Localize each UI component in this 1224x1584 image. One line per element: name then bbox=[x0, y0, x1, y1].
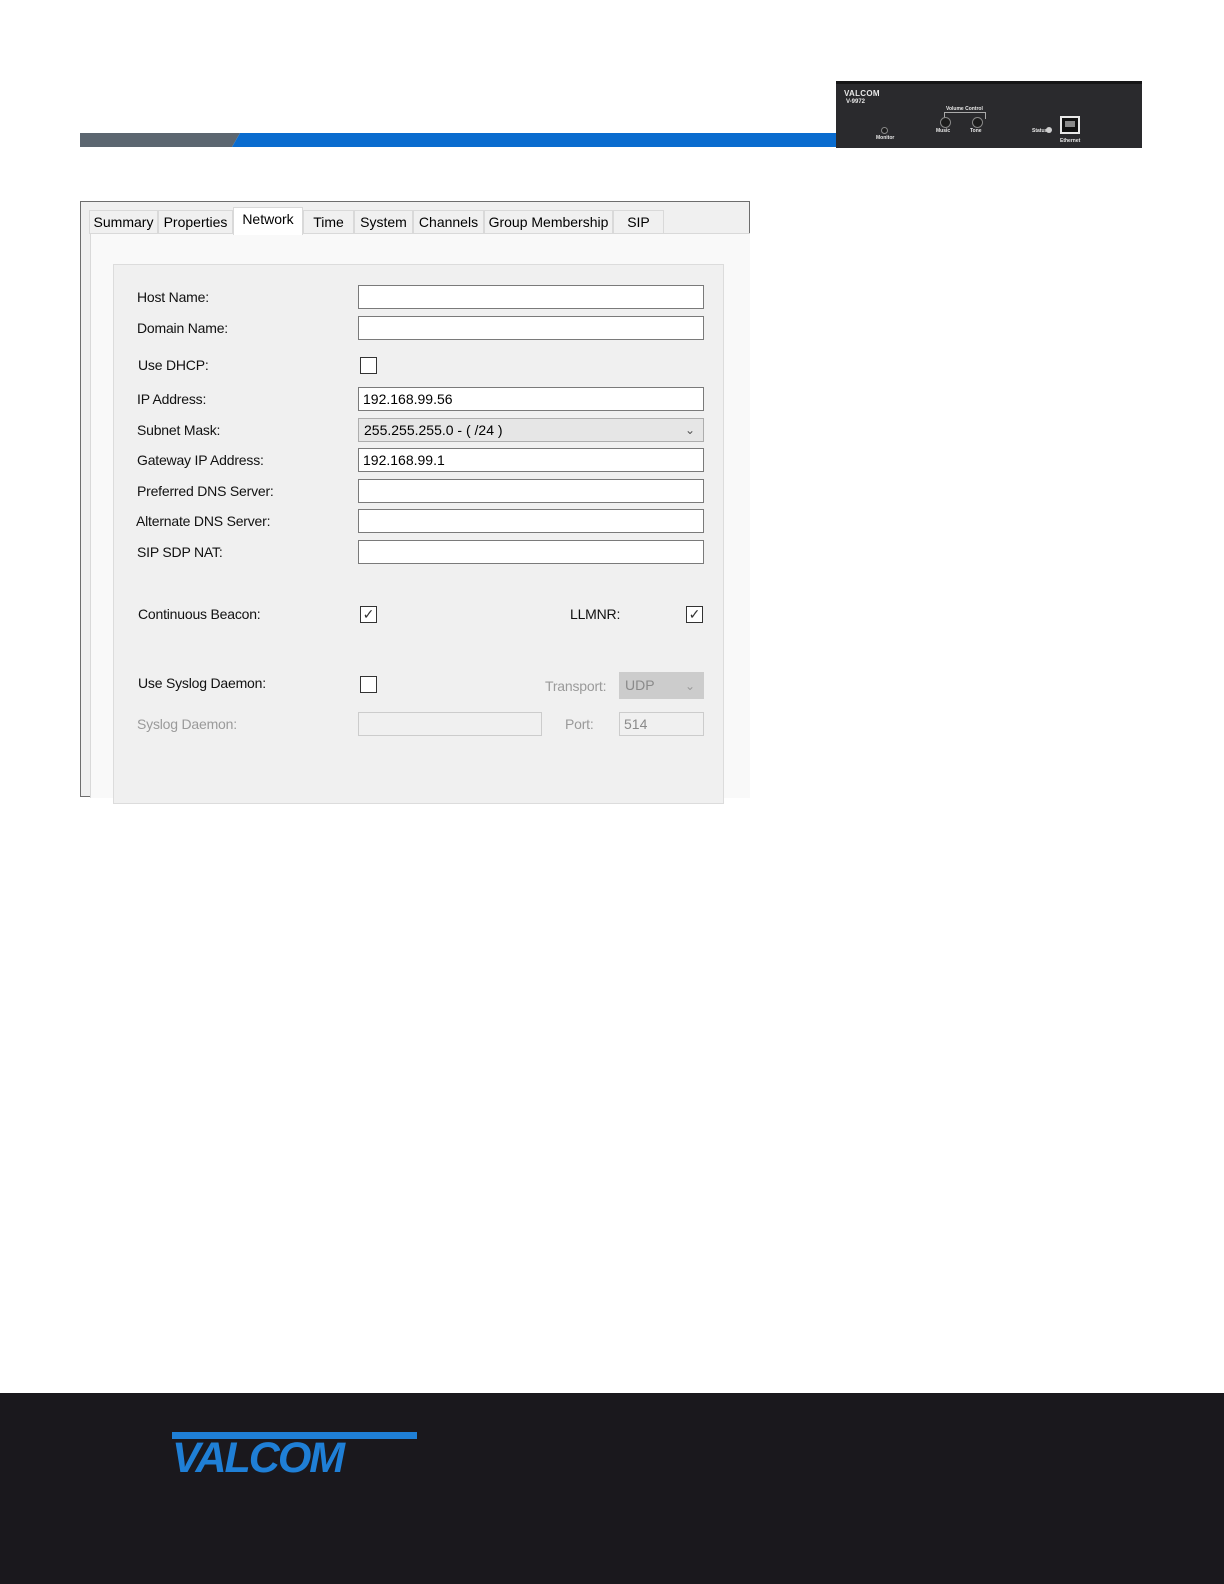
transport-select[interactable]: UDP ⌄ bbox=[619, 672, 704, 699]
transport-value: UDP bbox=[625, 677, 655, 693]
continuous-beacon-label: Continuous Beacon: bbox=[138, 606, 261, 622]
status-label: Status bbox=[1032, 128, 1048, 134]
sip-sdp-nat-input[interactable] bbox=[358, 540, 704, 564]
tab-sip[interactable]: SIP bbox=[613, 210, 664, 234]
footer bbox=[0, 1393, 1224, 1584]
host-name-label: Host Name: bbox=[137, 289, 209, 305]
check-icon: ✓ bbox=[362, 606, 375, 622]
header-stripe-blue bbox=[232, 133, 842, 147]
monitor-label: Monitor bbox=[876, 135, 895, 141]
tab-system[interactable]: System bbox=[354, 210, 413, 234]
network-tab-panel: Host Name: Domain Name: Use DHCP: IP Add… bbox=[90, 233, 750, 804]
llmnr-label: LLMNR: bbox=[570, 606, 621, 622]
logo-text: VALCOM bbox=[172, 1434, 345, 1482]
header-stripe-grey bbox=[80, 133, 240, 147]
port-label: Port: bbox=[565, 716, 594, 732]
alternate-dns-input[interactable] bbox=[358, 509, 704, 533]
monitor-jack-icon bbox=[881, 127, 888, 134]
subnet-mask-value: 255.255.255.0 - ( /24 ) bbox=[364, 422, 503, 438]
music-label: Music bbox=[936, 128, 951, 134]
tone-knob-icon bbox=[972, 117, 983, 128]
tab-properties[interactable]: Properties bbox=[158, 210, 233, 234]
valcom-logo: VALCOM bbox=[172, 1432, 417, 1482]
transport-label: Transport: bbox=[545, 678, 607, 694]
domain-name-input[interactable] bbox=[358, 316, 704, 340]
ethernet-label: Ethernet bbox=[1060, 138, 1081, 144]
preferred-dns-input[interactable] bbox=[358, 479, 704, 503]
subnet-mask-label: Subnet Mask: bbox=[137, 422, 221, 438]
volume-control-label: Volume Control bbox=[946, 106, 983, 112]
device-properties-dialog: Summary Properties Network Time System C… bbox=[80, 201, 750, 804]
tone-label: Tone bbox=[970, 128, 982, 134]
chevron-down-icon: ⌄ bbox=[684, 679, 695, 693]
subnet-mask-select[interactable]: 255.255.255.0 - ( /24 ) ⌄ bbox=[358, 418, 704, 442]
port-input[interactable]: 514 bbox=[619, 712, 704, 736]
use-dhcp-checkbox[interactable] bbox=[360, 357, 377, 374]
tab-group-membership[interactable]: Group Membership bbox=[484, 210, 613, 234]
llmnr-checkbox[interactable]: ✓ bbox=[686, 606, 703, 623]
ip-address-label: IP Address: bbox=[137, 391, 207, 407]
tab-channels[interactable]: Channels bbox=[413, 210, 484, 234]
gateway-ip-label: Gateway IP Address: bbox=[137, 452, 264, 468]
use-syslog-checkbox[interactable] bbox=[360, 676, 377, 693]
host-name-input[interactable] bbox=[358, 285, 704, 309]
network-settings-group: Host Name: Domain Name: Use DHCP: IP Add… bbox=[113, 264, 724, 804]
use-dhcp-label: Use DHCP: bbox=[138, 357, 209, 373]
sip-sdp-nat-label: SIP SDP NAT: bbox=[137, 544, 223, 560]
syslog-daemon-label: Syslog Daemon: bbox=[137, 716, 237, 732]
alternate-dns-label: Alternate DNS Server: bbox=[136, 513, 271, 529]
status-led-icon bbox=[1046, 127, 1052, 133]
tab-network[interactable]: Network bbox=[233, 207, 303, 235]
preferred-dns-label: Preferred DNS Server: bbox=[137, 483, 274, 499]
domain-name-label: Domain Name: bbox=[137, 320, 228, 336]
ethernet-port-icon bbox=[1060, 116, 1080, 134]
chevron-down-icon: ⌄ bbox=[684, 423, 695, 437]
ip-address-input[interactable]: 192.168.99.56 bbox=[358, 387, 704, 411]
tab-time[interactable]: Time bbox=[303, 210, 354, 234]
device-front-panel-image: VALCOM V-9972 Volume Control Music Tone … bbox=[836, 81, 1142, 148]
syslog-daemon-input[interactable] bbox=[358, 712, 542, 736]
device-brand: VALCOM bbox=[844, 89, 880, 98]
continuous-beacon-checkbox[interactable]: ✓ bbox=[360, 606, 377, 623]
music-knob-icon bbox=[940, 117, 951, 128]
tab-summary[interactable]: Summary bbox=[89, 210, 158, 234]
gateway-ip-input[interactable]: 192.168.99.1 bbox=[358, 448, 704, 472]
device-model: V-9972 bbox=[846, 99, 866, 105]
use-syslog-label: Use Syslog Daemon: bbox=[138, 675, 266, 691]
check-icon: ✓ bbox=[688, 606, 701, 622]
